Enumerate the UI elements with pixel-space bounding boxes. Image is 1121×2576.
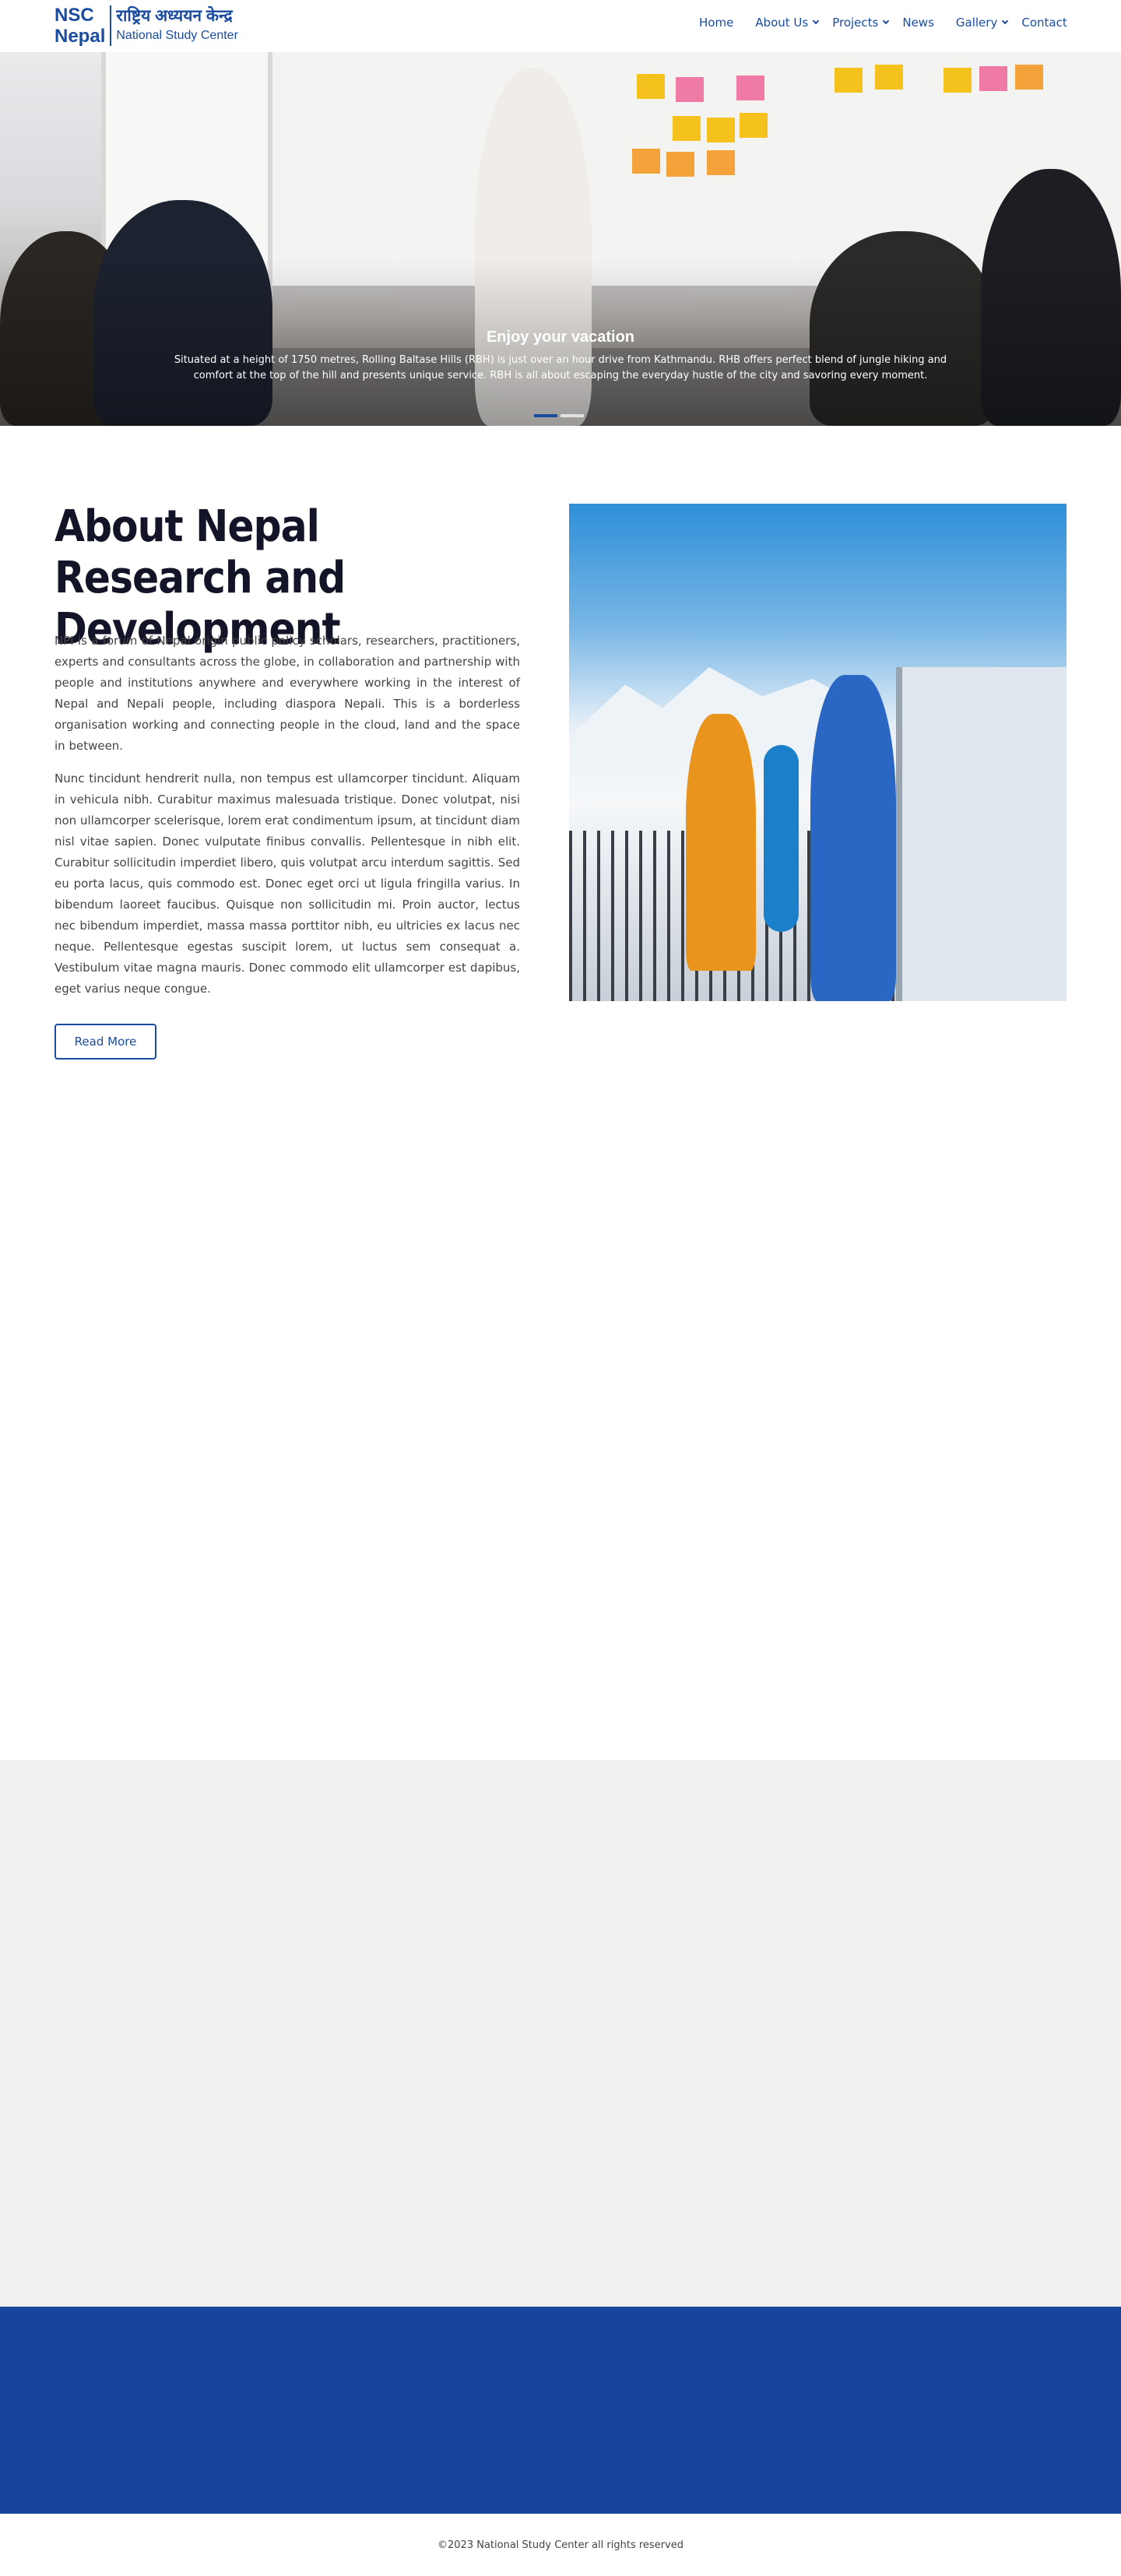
logo-text: राष्ट्रिय अध्ययन केन्द्र National Study … [116,6,238,45]
hero-text: Situated at a height of 1750 metres, Rol… [174,354,947,381]
chevron-down-icon [1002,17,1009,25]
main-nav: Home About Us Projects News Gallery Cont… [699,16,1067,30]
logo-devanagari: राष्ट्रिय अध्ययन केन्द्र [116,7,233,25]
logo-abbr-nepal: Nepal [54,26,106,47]
site-header: NSC Nepal राष्ट्रिय अध्ययन केन्द्र Natio… [0,0,1121,52]
about-image-skier [686,714,756,971]
nav-home[interactable]: Home [699,16,733,30]
hero-slider[interactable]: Enjoy your vacation Situated at a height… [0,52,1121,426]
slider-dots [534,414,587,417]
chevron-down-icon [883,17,890,25]
nav-about[interactable]: About Us [755,16,820,30]
about-paragraph-1: NPI is a forum of Nepal origin public po… [54,634,520,753]
read-more-button[interactable]: Read More [54,1024,156,1060]
logo-abbr-nsc: NSC [54,5,94,26]
copyright-bar: ©2023 National Study Center all rights r… [0,2514,1121,2576]
about-image-snowboard [764,745,799,932]
nav-contact[interactable]: Contact [1021,16,1067,30]
hero-title: Enjoy your vacation [486,329,635,346]
slider-dot-2[interactable] [560,414,584,417]
site-footer [0,2307,1121,2514]
nav-projects-label: Projects [832,16,879,30]
about-paragraph-2: Nunc tincidunt hendrerit nulla, non temp… [54,771,520,996]
logo-divider [110,5,112,46]
about-section: About Nepal Research and Development NPI… [0,426,1121,1760]
nav-about-label: About Us [755,16,809,30]
chevron-down-icon [812,17,820,25]
about-image-skier [810,675,896,1001]
nav-news-label: News [902,16,934,30]
slider-dot-1[interactable] [534,414,557,417]
about-image [569,504,1067,1001]
logo-abbreviation: NSC Nepal [54,5,105,47]
nav-gallery-label: Gallery [955,16,998,30]
about-image-gondola [896,667,1067,1001]
nav-projects[interactable]: Projects [832,16,890,30]
gray-section [0,1760,1121,2307]
nav-news[interactable]: News [902,16,934,30]
nav-home-label: Home [699,16,734,30]
site-logo[interactable]: NSC Nepal राष्ट्रिय अध्ययन केन्द्र Natio… [54,5,238,47]
hero-caption: Enjoy your vacation Situated at a height… [0,329,1121,384]
logo-english: National Study Center [116,29,238,42]
nav-contact-label: Contact [1021,16,1067,30]
copyright-text: ©2023 National Study Center all rights r… [438,2539,683,2551]
nav-gallery[interactable]: Gallery [955,16,1009,30]
